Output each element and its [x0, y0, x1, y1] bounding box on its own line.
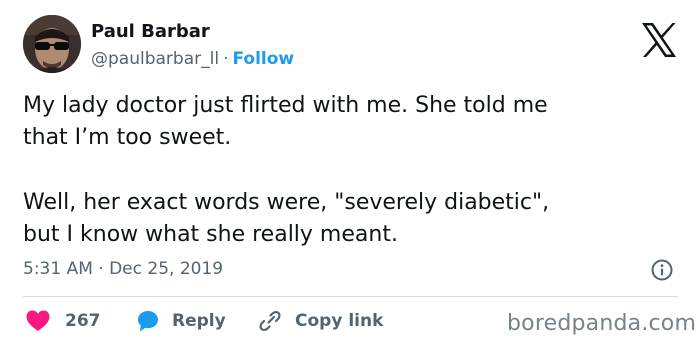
- divider: [23, 296, 678, 297]
- author-handle[interactable]: @paulbarbar_ll: [91, 49, 219, 69]
- avatar[interactable]: [23, 15, 81, 73]
- handle-separator: ·: [223, 49, 229, 69]
- tweet-timestamp[interactable]: 5:31 AM · Dec 25, 2019: [23, 257, 223, 281]
- info-icon[interactable]: [650, 258, 674, 282]
- author-display-name[interactable]: Paul Barbar: [91, 20, 210, 44]
- copy-link-label: Copy link: [295, 311, 384, 331]
- x-logo-icon[interactable]: [640, 22, 678, 58]
- reply-button[interactable]: Reply: [136, 308, 226, 334]
- author-handle-row: @paulbarbar_ll · Follow: [91, 47, 294, 71]
- copy-link-button[interactable]: Copy link: [258, 308, 383, 334]
- like-count: 267: [65, 311, 101, 331]
- like-button[interactable]: 267: [25, 308, 101, 334]
- avatar-photo: [23, 15, 81, 73]
- tweet-line: that I’m too sweet.: [23, 125, 232, 150]
- reply-label: Reply: [172, 311, 226, 331]
- follow-button[interactable]: Follow: [232, 49, 294, 69]
- link-icon: [259, 310, 281, 332]
- speech-bubble-icon: [138, 311, 158, 332]
- tweet-text: My lady doctor just flirted with me. She…: [23, 90, 673, 251]
- tweet-line: Well, her exact words were, "severely di…: [23, 190, 550, 215]
- tweet-line: My lady doctor just flirted with me. She…: [23, 93, 548, 118]
- watermark: boredpanda.com: [507, 311, 697, 336]
- tweet-line: but I know what she really meant.: [23, 222, 398, 247]
- heart-icon: [26, 310, 50, 331]
